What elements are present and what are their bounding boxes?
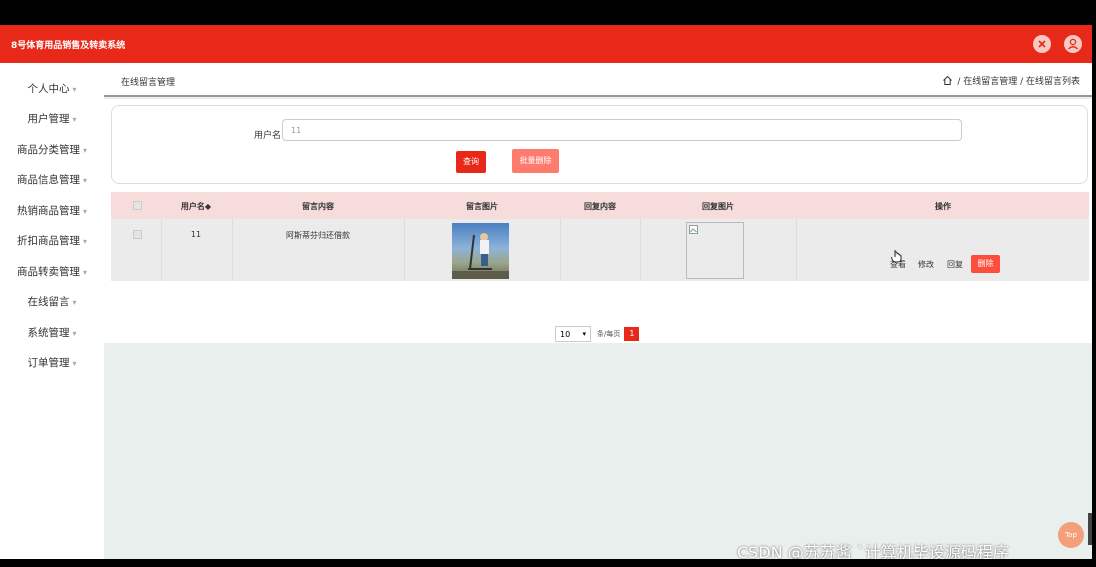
batch-delete-button[interactable]: 批量删除 bbox=[512, 149, 559, 173]
sidebar-item-label: 热销商品管理 bbox=[16, 205, 80, 217]
page-header: 在线留言管理 / 在线留言管理 / 在线留言列表 bbox=[104, 63, 1092, 97]
column-divider bbox=[232, 219, 233, 281]
delete-button[interactable]: 删除 bbox=[971, 255, 1000, 273]
query-button[interactable]: 查询 bbox=[456, 151, 486, 173]
page-size-select[interactable]: 10 ▾ bbox=[555, 326, 591, 342]
hand-cursor-icon bbox=[891, 250, 902, 263]
chevron-down-icon: ▾ bbox=[72, 298, 77, 307]
select-all-checkbox[interactable] bbox=[133, 201, 142, 210]
column-header-reply-image: 回复图片 bbox=[702, 202, 734, 211]
sidebar-item-orders[interactable]: 订单管理 ▾ bbox=[0, 355, 104, 370]
row-checkbox[interactable] bbox=[133, 230, 142, 239]
pagination: 10 ▾ 条/每页 1 bbox=[555, 326, 640, 342]
chevron-down-icon: ▾ bbox=[72, 329, 77, 338]
sidebar-item-label: 在线留言 bbox=[27, 296, 70, 308]
sidebar-item-hot[interactable]: 热销商品管理 ▾ bbox=[0, 203, 104, 218]
main-content: 在线留言管理 / 在线留言管理 / 在线留言列表 用户名 11 查询 批量删除 … bbox=[104, 63, 1092, 559]
column-divider bbox=[404, 219, 405, 281]
column-header-reply: 回复内容 bbox=[584, 202, 616, 211]
breadcrumb: / 在线留言管理 / 在线留言列表 bbox=[942, 74, 1080, 87]
cell-content: 阿斯蒂芬归还借款 bbox=[286, 231, 350, 240]
back-to-top-button[interactable]: Top bbox=[1058, 522, 1084, 548]
chevron-down-icon: ▾ bbox=[72, 115, 77, 124]
sidebar-item-system[interactable]: 系统管理 ▾ bbox=[0, 325, 104, 340]
sidebar-item-label: 个人中心 bbox=[27, 83, 70, 95]
reply-button[interactable]: 回复 bbox=[947, 259, 963, 270]
sidebar-item-label: 用户管理 bbox=[27, 113, 70, 125]
column-divider bbox=[161, 219, 162, 281]
close-icon[interactable] bbox=[1033, 35, 1051, 53]
page-size-label: 条/每页 bbox=[597, 330, 621, 338]
chevron-down-icon: ▾ bbox=[72, 359, 77, 368]
edit-button[interactable]: 修改 bbox=[918, 259, 934, 270]
top-bar: 8号体育用品销售及转卖系统 bbox=[0, 25, 1092, 63]
page-title: 在线留言管理 bbox=[121, 78, 176, 88]
chevron-down-icon: ▾ bbox=[82, 207, 87, 216]
sidebar-item-users[interactable]: 用户管理 ▾ bbox=[0, 111, 104, 126]
table-header: 用户名◆ 留言内容 留言图片 回复内容 回复图片 操作 bbox=[111, 192, 1089, 219]
chevron-down-icon: ▾ bbox=[82, 237, 87, 246]
sidebar-item-label: 订单管理 bbox=[27, 357, 70, 369]
column-divider bbox=[796, 219, 797, 281]
sidebar-item-label: 商品信息管理 bbox=[16, 174, 80, 186]
broken-image-icon bbox=[686, 222, 744, 279]
sidebar-item-messages[interactable]: 在线留言 ▾ bbox=[0, 294, 104, 309]
chevron-down-icon: ▾ bbox=[582, 330, 586, 338]
cell-username: 11 bbox=[190, 230, 202, 239]
sidebar-item-product-info[interactable]: 商品信息管理 ▾ bbox=[0, 172, 104, 187]
sidebar-item-personal-center[interactable]: 个人中心 ▾ bbox=[0, 81, 104, 96]
username-search-input[interactable]: 11 bbox=[282, 119, 962, 141]
chevron-down-icon: ▾ bbox=[82, 268, 87, 277]
column-divider bbox=[560, 219, 561, 281]
sidebar-item-label: 折扣商品管理 bbox=[16, 235, 80, 247]
sidebar: 个人中心 ▾ 用户管理 ▾ 商品分类管理 ▾ 商品信息管理 ▾ 热销商品管理 ▾ 折扣商品… bbox=[0, 63, 104, 559]
message-image-thumbnail[interactable] bbox=[452, 223, 509, 279]
user-avatar-icon[interactable] bbox=[1064, 35, 1082, 53]
column-header-username[interactable]: 用户名◆ bbox=[161, 201, 231, 212]
breadcrumb-text: / 在线留言管理 / 在线留言列表 bbox=[957, 77, 1080, 87]
home-icon[interactable] bbox=[942, 75, 953, 86]
column-header-image: 留言图片 bbox=[466, 202, 498, 211]
column-header-actions: 操作 bbox=[935, 202, 951, 211]
app-window: 8号体育用品销售及转卖系统 个人中心 ▾ 用户管理 ▾ 商品分类管理 ▾ 商品信息管理… bbox=[0, 25, 1092, 559]
sidebar-item-label: 商品转卖管理 bbox=[16, 266, 80, 278]
table-row: 11 阿斯蒂芬归还借款 查看 修改 回复 删除 bbox=[111, 219, 1089, 281]
search-form: 用户名 11 查询 批量删除 bbox=[111, 105, 1088, 184]
chevron-down-icon: ▾ bbox=[72, 85, 77, 94]
sidebar-item-category[interactable]: 商品分类管理 ▾ bbox=[0, 142, 104, 157]
sidebar-item-label: 商品分类管理 bbox=[16, 144, 80, 156]
column-header-content: 留言内容 bbox=[302, 202, 334, 211]
page-size-value: 10 bbox=[560, 329, 571, 339]
chevron-down-icon: ▾ bbox=[82, 146, 87, 155]
sidebar-item-resale[interactable]: 商品转卖管理 ▾ bbox=[0, 264, 104, 279]
column-divider bbox=[640, 219, 641, 281]
sidebar-item-discount[interactable]: 折扣商品管理 ▾ bbox=[0, 233, 104, 248]
chevron-down-icon: ▾ bbox=[82, 176, 87, 185]
scrollbar-thumb[interactable] bbox=[1088, 513, 1092, 545]
sidebar-item-label: 系统管理 bbox=[27, 327, 70, 339]
username-label: 用户名 bbox=[254, 131, 282, 141]
app-title: 8号体育用品销售及转卖系统 bbox=[11, 41, 126, 51]
page-number-current[interactable]: 1 bbox=[624, 327, 640, 341]
bottom-bar bbox=[0, 559, 1096, 567]
